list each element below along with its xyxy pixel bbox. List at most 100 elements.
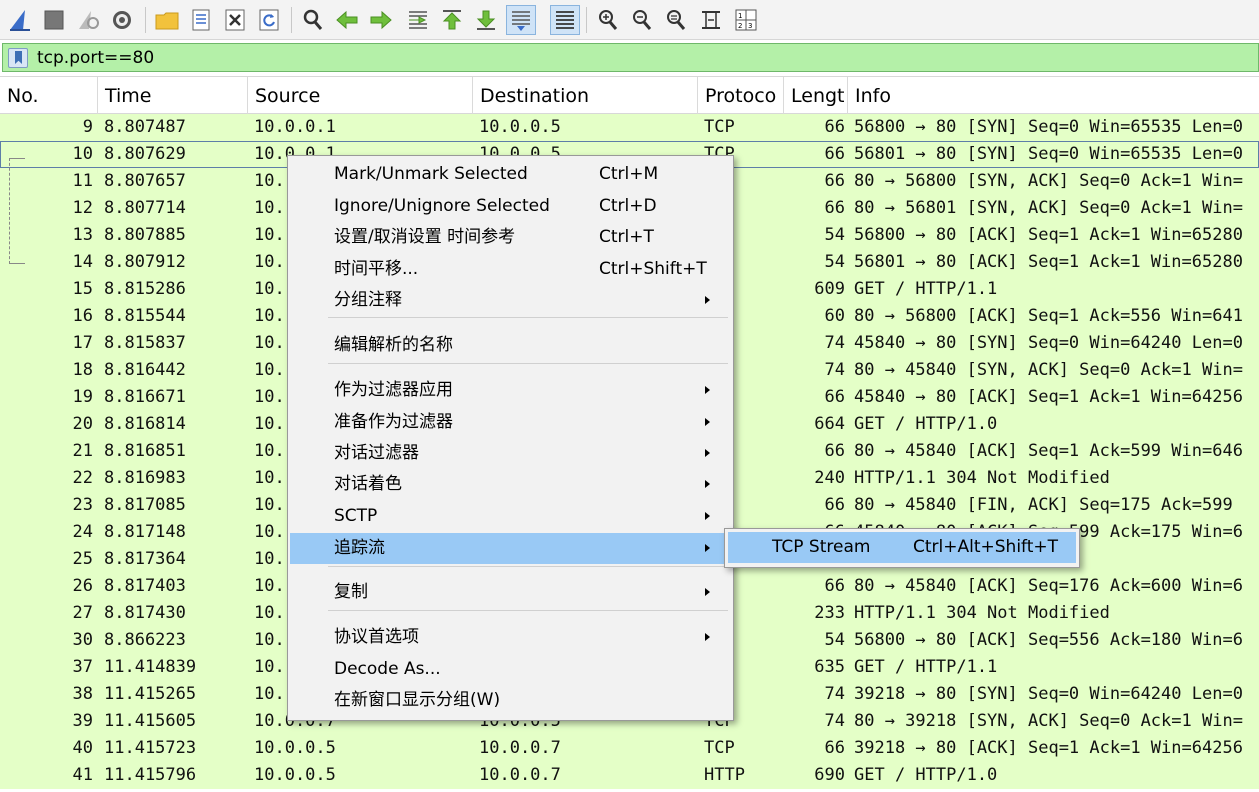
menu-item-label: 追踪流 xyxy=(334,538,385,558)
reload-file-icon[interactable] xyxy=(254,5,284,35)
packet-cell-no: 22 xyxy=(72,468,93,488)
packet-cell-info: 80 → 56800 [SYN, ACK] Seq=0 Ack=1 Win= xyxy=(854,171,1243,191)
packet-cell-len: 74 xyxy=(824,684,845,704)
submenu-arrow-icon xyxy=(705,386,710,394)
context-menu-item[interactable]: 时间平移... Ctrl+Shift+T xyxy=(290,254,731,285)
first-packet-icon[interactable] xyxy=(437,5,467,35)
packet-cell-info: 56801 → 80 [ACK] Seq=1 Ack=1 Win=65280 xyxy=(854,252,1243,272)
resize-columns-icon[interactable] xyxy=(696,5,726,35)
context-menu-item[interactable]: 复制 xyxy=(290,577,731,608)
packet-cell-len: 54 xyxy=(824,225,845,245)
packet-cell-proto: TCP xyxy=(704,738,735,758)
context-menu-item[interactable]: 在新窗口显示分组(W) xyxy=(290,685,731,716)
zoom-in-icon[interactable] xyxy=(593,5,623,35)
context-menu-item[interactable]: 对话着色 xyxy=(290,469,731,500)
display-filter-input[interactable]: tcp.port==80 xyxy=(2,43,1259,72)
packet-cell-proto: HTTP xyxy=(704,765,745,785)
context-menu-item[interactable]: Decode As... xyxy=(290,654,731,685)
context-menu-item[interactable]: Mark/Unmark Selected Ctrl+M xyxy=(290,159,731,190)
packet-row[interactable]: 9 8.807487 10.0.0.1 10.0.0.5 TCP 66 56800 → 80… xyxy=(0,114,1259,141)
context-menu-item[interactable]: SCTP xyxy=(290,501,731,532)
submenu-arrow-icon xyxy=(705,418,710,426)
packet-cell-time: 8.817364 xyxy=(104,549,186,569)
context-menu-item[interactable]: 对话过滤器 xyxy=(290,438,731,469)
open-folder-icon[interactable] xyxy=(152,5,182,35)
column-header-protocol[interactable]: Protoco xyxy=(698,77,784,115)
menu-item-label: 作为过滤器应用 xyxy=(334,380,453,400)
shark-fin-start-icon[interactable] xyxy=(5,5,35,35)
close-file-icon[interactable] xyxy=(220,5,250,35)
packet-cell-len: 54 xyxy=(824,630,845,650)
context-menu-item[interactable]: 协议首选项 xyxy=(290,622,731,653)
find-packet-search-icon[interactable] xyxy=(298,5,328,35)
menu-separator xyxy=(328,363,728,364)
packet-cell-time: 8.817403 xyxy=(104,576,186,596)
menu-item-shortcut: Ctrl+T xyxy=(599,227,654,247)
submenu-arrow-icon xyxy=(705,480,710,488)
context-menu-item[interactable]: 设置/取消设置 时间参考 Ctrl+T xyxy=(290,222,731,253)
menu-item-label: SCTP xyxy=(334,506,378,526)
context-menu-item[interactable]: 准备作为过滤器 xyxy=(290,407,731,438)
submenu-arrow-icon xyxy=(705,588,710,596)
go-forward-arrow-icon[interactable] xyxy=(366,5,396,35)
restart-capture-icon[interactable] xyxy=(73,5,103,35)
conversation-tree-line xyxy=(9,158,29,264)
layout-panes-icon[interactable]: 1 23 xyxy=(731,5,761,35)
packet-cell-no: 30 xyxy=(72,630,93,650)
packet-cell-len: 664 xyxy=(814,414,845,434)
context-menu-item[interactable]: 分组注释 xyxy=(290,285,731,316)
stop-capture-icon[interactable] xyxy=(39,5,69,35)
column-header-length[interactable]: Lengt xyxy=(784,77,848,115)
last-packet-icon[interactable] xyxy=(471,5,501,35)
filter-bookmark-icon[interactable] xyxy=(8,48,28,68)
packet-row[interactable]: 41 11.415796 10.0.0.5 10.0.0.7 HTTP 690 GET / … xyxy=(0,762,1259,789)
packet-cell-len: 66 xyxy=(824,198,845,218)
packet-cell-len: 66 xyxy=(824,171,845,191)
menu-item-label: 设置/取消设置 时间参考 xyxy=(334,227,516,247)
menu-item-tcp-stream[interactable]: TCP Stream Ctrl+Alt+Shift+T xyxy=(728,532,1076,563)
packet-cell-no: 21 xyxy=(72,441,93,461)
menu-separator xyxy=(328,317,728,318)
packet-cell-no: 24 xyxy=(72,522,93,542)
packet-cell-no: 15 xyxy=(72,279,93,299)
go-back-arrow-icon[interactable] xyxy=(332,5,362,35)
column-header-destination[interactable]: Destination xyxy=(473,77,698,115)
context-menu-item[interactable]: Ignore/Unignore Selected Ctrl+D xyxy=(290,191,731,222)
packet-cell-time: 8.815837 xyxy=(104,333,186,353)
packet-cell-len: 635 xyxy=(814,657,845,677)
packet-cell-len: 74 xyxy=(824,333,845,353)
packet-row[interactable]: 40 11.415723 10.0.0.5 10.0.0.7 TCP 66 39218 → … xyxy=(0,735,1259,762)
packet-cell-len: 66 xyxy=(824,576,845,596)
go-to-packet-icon[interactable] xyxy=(403,5,433,35)
context-menu-item[interactable]: 追踪流 xyxy=(290,533,731,564)
column-header-source[interactable]: Source xyxy=(248,77,473,115)
auto-scroll-icon[interactable] xyxy=(506,5,536,35)
capture-options-gear-icon[interactable] xyxy=(107,5,137,35)
context-menu-item[interactable]: 编辑解析的名称 xyxy=(290,330,731,361)
filter-text[interactable]: tcp.port==80 xyxy=(37,48,154,68)
save-file-icon[interactable] xyxy=(186,5,216,35)
colorize-list-icon[interactable] xyxy=(550,5,580,35)
packet-cell-time: 8.807885 xyxy=(104,225,186,245)
packet-cell-no: 40 xyxy=(72,738,93,758)
packet-cell-no: 37 xyxy=(72,657,93,677)
packet-cell-len: 233 xyxy=(814,603,845,623)
packet-cell-time: 8.866223 xyxy=(104,630,186,650)
packet-cell-no: 20 xyxy=(72,414,93,434)
menu-item-label: 分组注释 xyxy=(334,290,402,310)
packet-cell-time: 8.816851 xyxy=(104,441,186,461)
column-header-time[interactable]: Time xyxy=(98,77,248,115)
context-menu-item[interactable]: 作为过滤器应用 xyxy=(290,375,731,406)
column-header-info[interactable]: Info xyxy=(848,77,1259,115)
normal-size-icon[interactable] xyxy=(661,5,691,35)
packet-cell-no: 23 xyxy=(72,495,93,515)
packet-cell-no: 9 xyxy=(82,117,93,137)
zoom-out-icon[interactable] xyxy=(627,5,657,35)
packet-cell-time: 8.807657 xyxy=(104,171,186,191)
menu-item-label: 协议首选项 xyxy=(334,627,419,647)
column-header-no[interactable]: No. xyxy=(0,77,98,115)
packet-cell-len: 690 xyxy=(814,765,845,785)
menu-item-label: Ignore/Unignore Selected xyxy=(334,196,550,216)
packet-cell-time: 8.815544 xyxy=(104,306,186,326)
submenu-arrow-icon xyxy=(705,296,710,304)
